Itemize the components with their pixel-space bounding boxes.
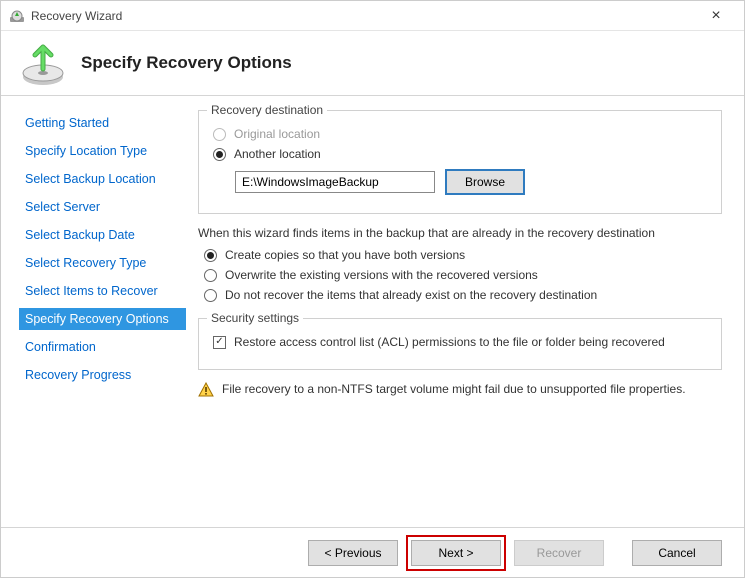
titlebar: Recovery Wizard × [1,1,744,31]
radio-icon [204,289,217,302]
wizard-header: Specify Recovery Options [1,31,744,96]
radio-label: Original location [234,127,320,141]
step-confirmation[interactable]: Confirmation [19,336,186,358]
conflict-intro: When this wizard finds items in the back… [198,226,722,240]
warning-icon [198,382,214,398]
radio-icon [204,269,217,282]
wizard-footer: < Previous Next > Recover Cancel [1,527,744,577]
previous-button[interactable]: < Previous [308,540,398,566]
wizard-content: Recovery destination Original location A… [186,96,744,527]
step-select-items-to-recover[interactable]: Select Items to Recover [19,280,186,302]
radio-another-location[interactable]: Another location [213,147,707,161]
step-select-recovery-type[interactable]: Select Recovery Type [19,252,186,274]
recovery-destination-legend: Recovery destination [207,103,327,117]
wizard-steps-sidebar: Getting Started Specify Location Type Se… [1,96,186,527]
checkbox-label: Restore access control list (ACL) permis… [234,335,665,349]
cancel-button[interactable]: Cancel [632,540,722,566]
warning-row: File recovery to a non-NTFS target volum… [198,382,722,398]
recovery-icon [19,39,67,87]
step-select-server[interactable]: Select Server [19,196,186,218]
checkbox-restore-acl[interactable]: ✓ Restore access control list (ACL) perm… [213,335,707,349]
close-icon[interactable]: × [696,7,736,25]
radio-label: Overwrite the existing versions with the… [225,268,538,282]
browse-button[interactable]: Browse [445,169,525,195]
warning-text: File recovery to a non-NTFS target volum… [222,382,686,396]
app-icon [9,8,25,24]
checkbox-icon: ✓ [213,336,226,349]
page-title: Specify Recovery Options [81,53,292,73]
radio-label: Another location [234,147,321,161]
security-settings-group: Security settings ✓ Restore access contr… [198,318,722,370]
radio-label: Do not recover the items that already ex… [225,288,597,302]
step-specify-recovery-options[interactable]: Specify Recovery Options [19,308,186,330]
recover-button: Recover [514,540,604,566]
next-button-highlight: Next > [406,535,506,571]
window-title: Recovery Wizard [31,9,696,23]
radio-create-copies[interactable]: Create copies so that you have both vers… [204,248,722,262]
step-select-backup-date[interactable]: Select Backup Date [19,224,186,246]
radio-original-location: Original location [213,127,707,141]
step-specify-location-type[interactable]: Specify Location Type [19,140,186,162]
radio-overwrite[interactable]: Overwrite the existing versions with the… [204,268,722,282]
security-settings-legend: Security settings [207,311,303,325]
next-button[interactable]: Next > [411,540,501,566]
radio-skip-existing[interactable]: Do not recover the items that already ex… [204,288,722,302]
radio-icon [213,148,226,161]
recovery-destination-group: Recovery destination Original location A… [198,110,722,214]
radio-icon [204,249,217,262]
step-getting-started[interactable]: Getting Started [19,112,186,134]
radio-icon [213,128,226,141]
radio-label: Create copies so that you have both vers… [225,248,465,262]
step-recovery-progress[interactable]: Recovery Progress [19,364,186,386]
recovery-path-input[interactable] [235,171,435,193]
step-select-backup-location[interactable]: Select Backup Location [19,168,186,190]
